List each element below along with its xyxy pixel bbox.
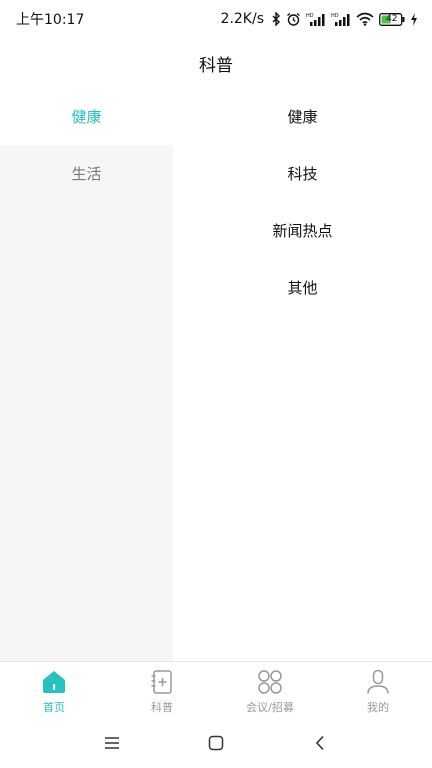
four-circles-icon (256, 668, 284, 696)
status-icons: 2.2K/s HD HD 42 (221, 11, 418, 27)
notebook-plus-icon (148, 668, 176, 696)
page-title: 科普 (199, 55, 233, 76)
subcategory-label: 其他 (287, 279, 318, 297)
status-bar: 上午10:17 2.2K/s HD HD 42 (0, 0, 432, 38)
tab-home[interactable]: 首页 (0, 662, 108, 717)
category-item-life[interactable]: 生活 (0, 145, 173, 202)
svg-text:HD: HD (331, 13, 339, 19)
subcategory-item-health[interactable]: 健康 (173, 88, 432, 145)
bluetooth-icon (271, 12, 281, 26)
menu-icon (105, 736, 119, 749)
person-icon (364, 668, 392, 696)
chevron-left-icon (315, 735, 324, 750)
square-icon (208, 735, 224, 750)
category-list: 健康 生活 (0, 88, 173, 661)
system-nav-bar (0, 717, 432, 768)
tab-label: 科普 (151, 701, 173, 714)
home-button[interactable] (196, 723, 236, 763)
wifi-icon (356, 12, 374, 26)
subcategory-label: 健康 (287, 108, 318, 126)
menu-button[interactable] (92, 723, 132, 763)
battery-level: 42 (386, 13, 398, 24)
signal-hd-icon-2: HD (331, 12, 351, 26)
tab-label: 会议/招募 (246, 701, 294, 714)
subcategory-item-tech[interactable]: 科技 (173, 145, 432, 202)
signal-hd-icon: HD (306, 12, 326, 26)
status-time: 上午10:17 (16, 12, 85, 28)
back-button[interactable] (300, 723, 340, 763)
tab-meetings[interactable]: 会议/招募 (216, 662, 324, 717)
page-header: 科普 (0, 38, 432, 88)
alarm-icon (286, 12, 301, 27)
subcategory-label: 科技 (287, 165, 318, 183)
subcategory-label: 新闻热点 (272, 222, 333, 240)
tab-label: 我的 (367, 701, 389, 714)
category-label: 健康 (71, 108, 102, 126)
tab-science[interactable]: 科普 (108, 662, 216, 717)
subcategory-item-news[interactable]: 新闻热点 (173, 202, 432, 259)
category-item-health[interactable]: 健康 (0, 88, 173, 145)
bottom-tab-bar: 首页 科普 会议/招募 我的 (0, 661, 432, 717)
tab-label: 首页 (43, 701, 65, 714)
subcategory-list: 健康 科技 新闻热点 其他 (173, 88, 432, 661)
battery-icon: 42 (379, 12, 405, 26)
subcategory-item-other[interactable]: 其他 (173, 259, 432, 316)
tab-profile[interactable]: 我的 (324, 662, 432, 717)
svg-text:HD: HD (306, 13, 314, 19)
network-speed: 2.2K/s (220, 11, 264, 27)
charging-icon (410, 12, 418, 26)
home-icon (40, 668, 68, 696)
category-label: 生活 (71, 165, 102, 183)
